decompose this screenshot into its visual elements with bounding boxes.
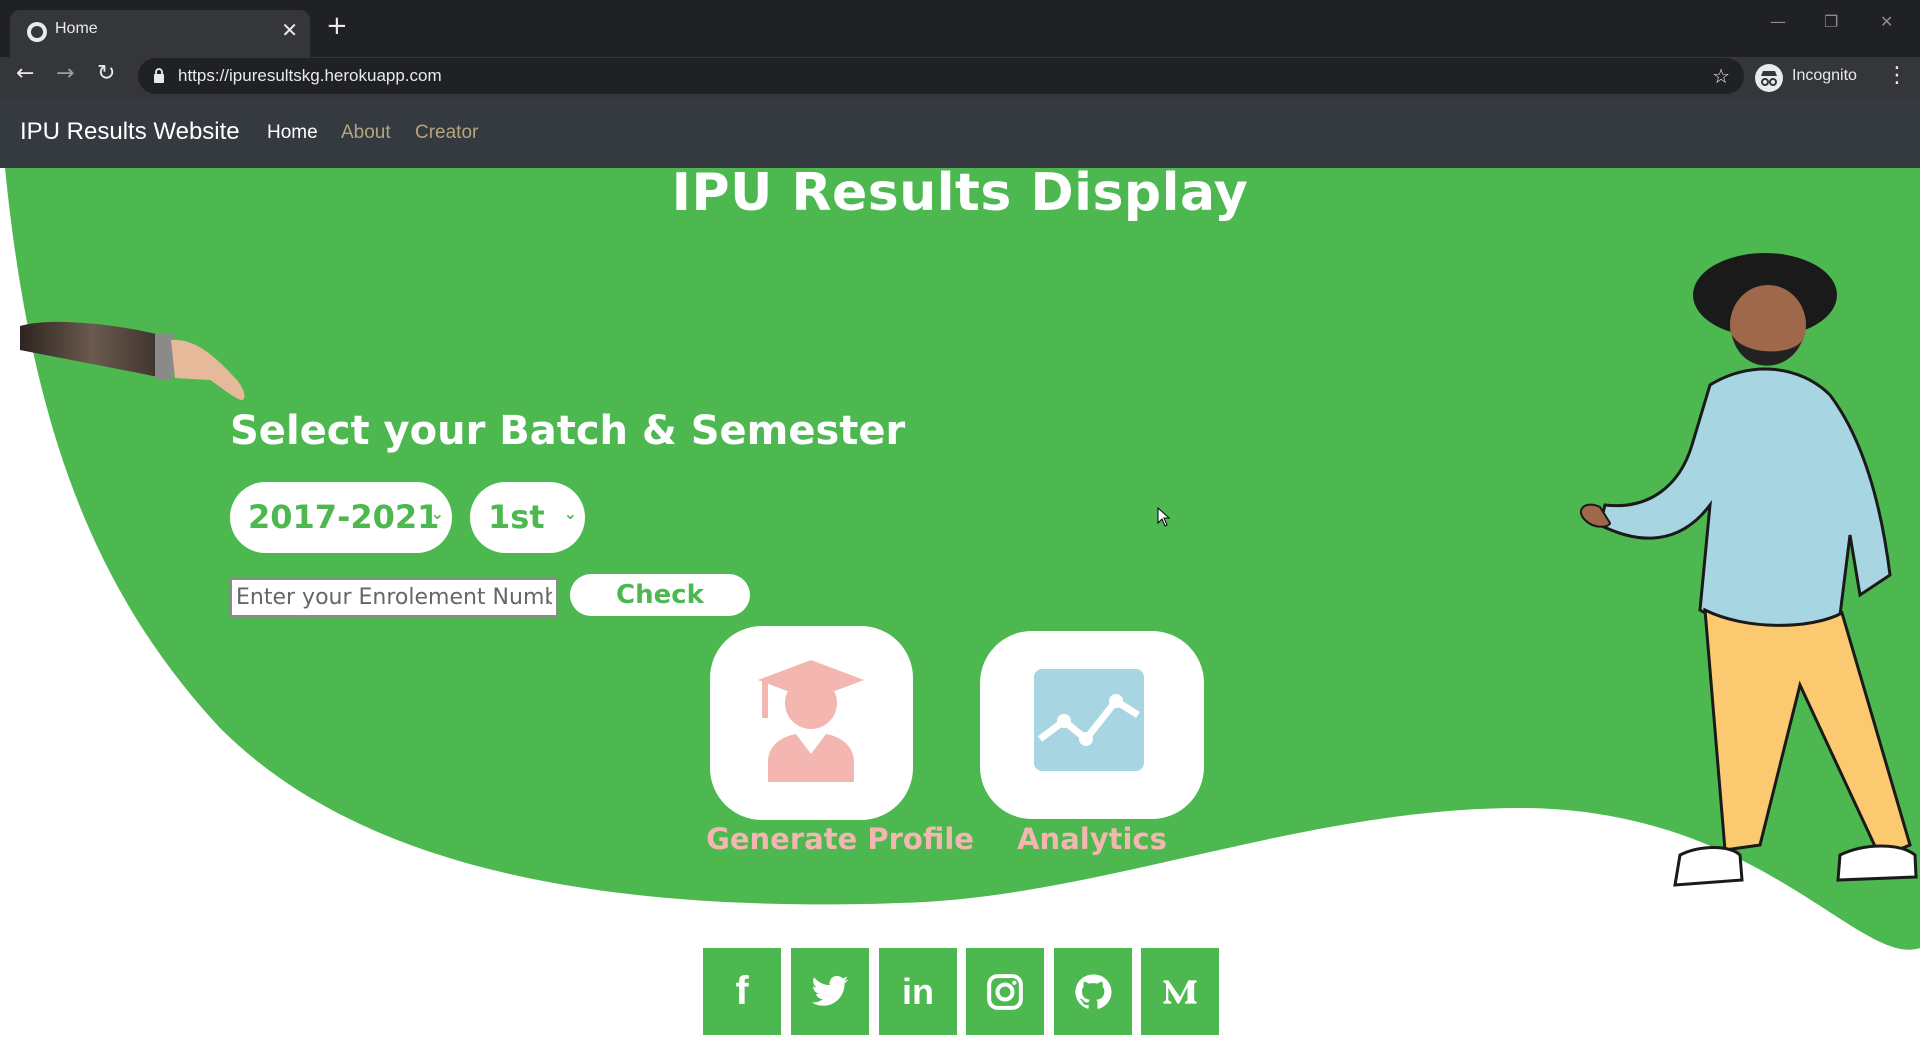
incognito-icon bbox=[1755, 64, 1783, 92]
new-tab-button[interactable]: + bbox=[326, 13, 348, 39]
tab-title: Home bbox=[55, 20, 98, 37]
url-text: https://ipuresultskg.herokuapp.com bbox=[178, 66, 442, 85]
chevron-down-icon: ⌄ bbox=[430, 504, 444, 523]
browser-toolbar: ← → ↻ https://ipuresultskg.herokuapp.com… bbox=[0, 57, 1920, 98]
hero-title: IPU Results Display bbox=[671, 163, 1249, 223]
restore-icon[interactable]: ❐ bbox=[1824, 12, 1838, 31]
nav-link-creator[interactable]: Creator bbox=[415, 122, 478, 144]
github-icon bbox=[1075, 973, 1112, 1009]
twitter-button[interactable] bbox=[791, 948, 869, 1035]
analytics-chart-icon bbox=[1034, 669, 1144, 771]
semester-select[interactable]: 1st ⌄ bbox=[470, 482, 585, 553]
minimize-icon[interactable]: — bbox=[1770, 12, 1786, 31]
globe-icon bbox=[27, 22, 47, 42]
address-bar[interactable]: https://ipuresultskg.herokuapp.com ☆ bbox=[138, 58, 1744, 94]
man-illustration bbox=[1580, 253, 1918, 887]
bookmark-star-icon[interactable]: ☆ bbox=[1712, 64, 1730, 88]
lock-icon bbox=[154, 68, 164, 83]
pointing-hand-illustration bbox=[20, 321, 245, 400]
instagram-button[interactable] bbox=[966, 948, 1044, 1035]
reload-icon[interactable]: ↻ bbox=[97, 63, 115, 85]
generate-profile-card[interactable] bbox=[710, 626, 913, 820]
batch-semester-heading: Select your Batch & Semester bbox=[230, 408, 906, 454]
mouse-cursor-icon bbox=[1157, 507, 1171, 527]
semester-select-value: 1st bbox=[488, 498, 545, 536]
navbar-brand[interactable]: IPU Results Website bbox=[20, 118, 240, 146]
back-arrow-icon[interactable]: ← bbox=[16, 63, 34, 85]
github-button[interactable] bbox=[1054, 948, 1132, 1035]
analytics-card[interactable] bbox=[980, 631, 1204, 819]
analytics-label[interactable]: Analytics bbox=[960, 822, 1224, 856]
profile-label[interactable]: Incognito bbox=[1792, 67, 1857, 85]
batch-select-value: 2017-2021 bbox=[248, 498, 440, 536]
facebook-icon: f bbox=[735, 969, 749, 1013]
tab-close-icon[interactable]: ✕ bbox=[281, 18, 298, 42]
medium-icon bbox=[1163, 979, 1197, 1004]
facebook-button[interactable]: f bbox=[703, 948, 781, 1035]
window-close-icon[interactable]: ✕ bbox=[1880, 12, 1893, 31]
browser-tab[interactable]: Home ✕ bbox=[10, 10, 310, 57]
twitter-icon bbox=[811, 975, 849, 1006]
batch-select[interactable]: 2017-2021 ⌄ bbox=[230, 482, 452, 553]
browser-menu-icon[interactable]: ⋮ bbox=[1886, 63, 1908, 88]
browser-titlebar: Home ✕ + — ❐ ✕ bbox=[0, 0, 1920, 57]
check-marks-button[interactable]: Check Marks bbox=[570, 574, 750, 652]
nav-link-home[interactable]: Home bbox=[267, 122, 318, 144]
forward-arrow-icon[interactable]: → bbox=[56, 63, 74, 85]
instagram-icon bbox=[987, 973, 1023, 1010]
linkedin-icon: in bbox=[902, 970, 934, 1012]
graduate-profile-icon bbox=[758, 660, 864, 782]
enrolment-number-input[interactable] bbox=[230, 578, 558, 617]
linkedin-button[interactable]: in bbox=[879, 948, 957, 1035]
chevron-down-icon: ⌄ bbox=[563, 504, 577, 523]
nav-link-about[interactable]: About bbox=[341, 122, 391, 144]
medium-button[interactable] bbox=[1141, 948, 1219, 1035]
generate-profile-label[interactable]: Generate Profile bbox=[690, 822, 990, 856]
site-navbar: IPU Results Website Home About Creator bbox=[0, 98, 1920, 168]
